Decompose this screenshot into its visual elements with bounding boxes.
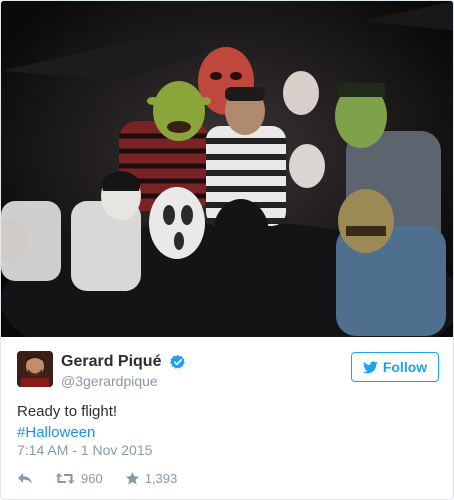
- tweet-photo[interactable]: [1, 1, 453, 337]
- twitter-bird-icon: [362, 360, 378, 373]
- reply-button[interactable]: [17, 471, 35, 485]
- tweet-card: Gerard Piqué @3gerardpique Follow Ready …: [0, 0, 454, 500]
- tweet-header: Gerard Piqué @3gerardpique Follow: [17, 351, 439, 391]
- follow-button[interactable]: Follow: [351, 352, 439, 382]
- tweet-timestamp[interactable]: 7:14 AM - 1 Nov 2015: [17, 442, 152, 458]
- tweet-text: Ready to flight! #Halloween: [17, 401, 117, 443]
- reply-arrow-icon: [18, 473, 32, 484]
- star-icon: [125, 471, 139, 484]
- like-button[interactable]: 1,393: [125, 470, 178, 486]
- tweet-text-line: Ready to flight!: [17, 403, 118, 420]
- tweet-actions: 960 1,393: [17, 469, 177, 487]
- author-handle[interactable]: @3gerardpique: [61, 373, 186, 389]
- avatar[interactable]: [17, 351, 53, 387]
- hashtag-link[interactable]: #Halloween: [17, 422, 117, 443]
- avatar-image: [17, 351, 53, 387]
- display-name[interactable]: Gerard Piqué: [61, 353, 161, 371]
- photo-illustration: [1, 1, 453, 337]
- author-info: Gerard Piqué @3gerardpique: [61, 353, 186, 389]
- retweet-icon: [55, 472, 75, 484]
- retweet-count: 960: [81, 470, 103, 486]
- retweet-button[interactable]: 960: [55, 471, 103, 486]
- like-count: 1,393: [144, 470, 178, 486]
- follow-button-label: Follow: [382, 359, 428, 375]
- verified-badge-icon: [170, 355, 185, 369]
